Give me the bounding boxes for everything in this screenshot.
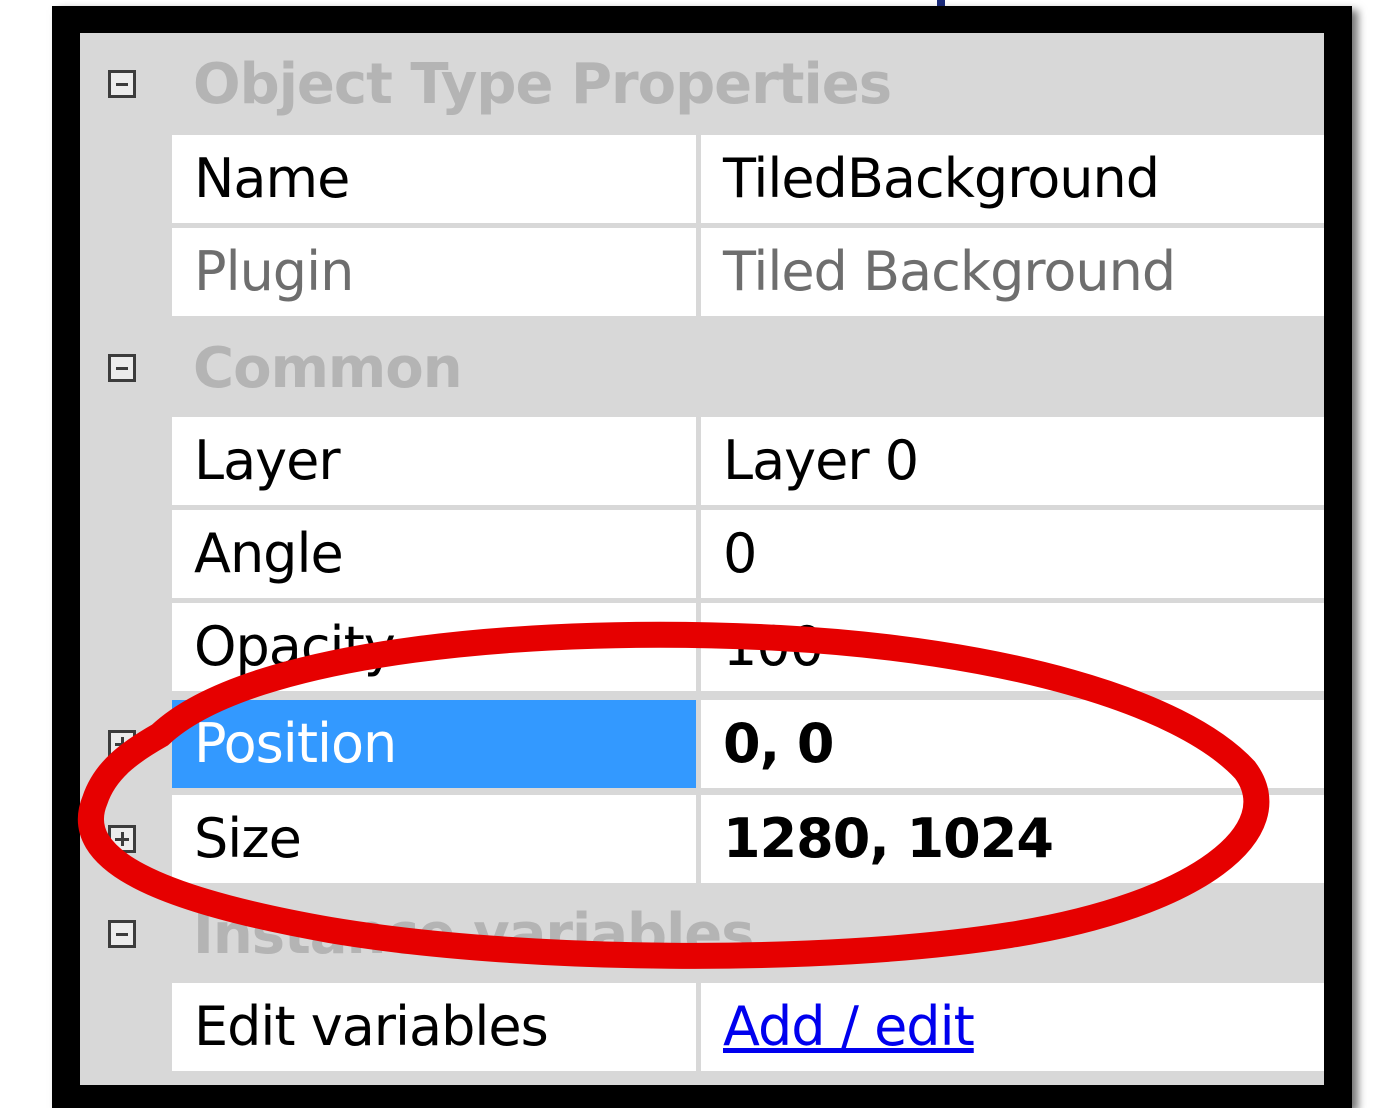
property-name: Layer	[172, 417, 696, 505]
category-label: Object Type Properties	[193, 52, 892, 117]
property-value[interactable]: 0	[701, 510, 1324, 598]
category-instance-variables: Instance variables	[80, 885, 1324, 985]
expand-icon[interactable]	[108, 730, 136, 758]
property-value: Add / edit	[701, 983, 1324, 1071]
property-value[interactable]: 1280, 1024	[701, 795, 1324, 883]
property-value[interactable]: 100	[701, 603, 1324, 691]
category-label: Common	[193, 336, 463, 401]
category-label: Instance variables	[193, 902, 755, 967]
property-row-angle[interactable]: Angle 0	[172, 510, 1324, 598]
collapse-icon[interactable]	[108, 920, 136, 948]
property-value[interactable]: TiledBackground	[701, 135, 1324, 223]
property-row-opacity[interactable]: Opacity 100	[172, 603, 1324, 691]
collapse-icon[interactable]	[108, 70, 136, 98]
property-value: Tiled Background	[701, 228, 1324, 316]
property-name: Plugin	[172, 228, 696, 316]
property-name: Edit variables	[172, 983, 696, 1071]
property-name: Name	[172, 135, 696, 223]
property-row-plugin[interactable]: Plugin Tiled Background	[172, 228, 1324, 316]
property-value[interactable]: Layer 0	[701, 417, 1324, 505]
collapse-icon[interactable]	[108, 354, 136, 382]
category-object-type-properties: Object Type Properties	[80, 33, 1324, 133]
screenshot-stage: Object Type Properties Name TiledBackgro…	[0, 0, 1373, 1108]
property-row-edit-variables[interactable]: Edit variables Add / edit	[172, 983, 1324, 1071]
add-edit-link[interactable]: Add / edit	[723, 995, 975, 1058]
property-name: Angle	[172, 510, 696, 598]
property-name: Opacity	[172, 603, 696, 691]
category-common: Common	[80, 317, 1324, 417]
property-row-name[interactable]: Name TiledBackground	[172, 135, 1324, 223]
property-name: Position	[172, 700, 696, 788]
properties-grid: Object Type Properties Name TiledBackgro…	[80, 33, 1324, 1085]
property-value[interactable]: 0, 0	[701, 700, 1324, 788]
property-row-size[interactable]: Size 1280, 1024	[172, 795, 1324, 883]
expand-icon[interactable]	[108, 825, 136, 853]
property-row-position[interactable]: Position 0, 0	[172, 700, 1324, 788]
property-row-layer[interactable]: Layer Layer 0	[172, 417, 1324, 505]
property-name: Size	[172, 795, 696, 883]
